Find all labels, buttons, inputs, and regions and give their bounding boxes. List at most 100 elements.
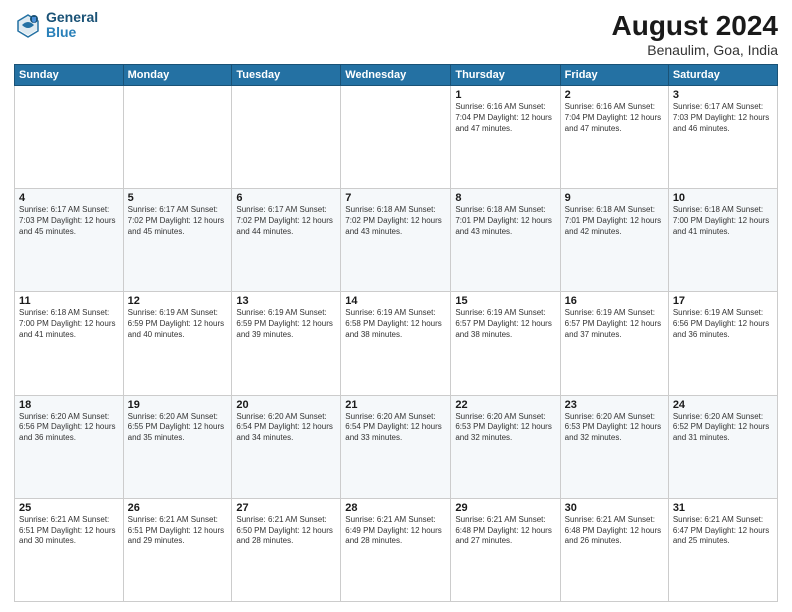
header: General Blue August 2024 Benaulim, Goa, …: [14, 10, 778, 58]
calendar-day-cell: 10Sunrise: 6:18 AM Sunset: 7:00 PM Dayli…: [668, 189, 777, 292]
page-subtitle: Benaulim, Goa, India: [612, 42, 779, 58]
calendar-day-cell: 8Sunrise: 6:18 AM Sunset: 7:01 PM Daylig…: [451, 189, 560, 292]
day-content: Sunrise: 6:20 AM Sunset: 6:55 PM Dayligh…: [128, 412, 228, 444]
logo-line2: Blue: [46, 25, 98, 40]
calendar-day-cell: 31Sunrise: 6:21 AM Sunset: 6:47 PM Dayli…: [668, 498, 777, 601]
calendar-day-cell: 27Sunrise: 6:21 AM Sunset: 6:50 PM Dayli…: [232, 498, 341, 601]
calendar-day-cell: 19Sunrise: 6:20 AM Sunset: 6:55 PM Dayli…: [123, 395, 232, 498]
calendar-day-cell: 3Sunrise: 6:17 AM Sunset: 7:03 PM Daylig…: [668, 86, 777, 189]
day-number: 29: [455, 502, 555, 514]
calendar-day-cell: 13Sunrise: 6:19 AM Sunset: 6:59 PM Dayli…: [232, 292, 341, 395]
calendar-day-cell: 6Sunrise: 6:17 AM Sunset: 7:02 PM Daylig…: [232, 189, 341, 292]
calendar-day-cell: 14Sunrise: 6:19 AM Sunset: 6:58 PM Dayli…: [341, 292, 451, 395]
day-number: 27: [236, 502, 336, 514]
day-content: Sunrise: 6:20 AM Sunset: 6:56 PM Dayligh…: [19, 412, 119, 444]
day-content: Sunrise: 6:16 AM Sunset: 7:04 PM Dayligh…: [565, 102, 664, 134]
day-content: Sunrise: 6:18 AM Sunset: 7:00 PM Dayligh…: [19, 308, 119, 340]
day-content: Sunrise: 6:20 AM Sunset: 6:54 PM Dayligh…: [236, 412, 336, 444]
day-number: 16: [565, 295, 664, 307]
weekday-header: Tuesday: [232, 65, 341, 86]
calendar-day-cell: 12Sunrise: 6:19 AM Sunset: 6:59 PM Dayli…: [123, 292, 232, 395]
day-number: 2: [565, 89, 664, 101]
day-number: 3: [673, 89, 773, 101]
day-number: 9: [565, 192, 664, 204]
calendar-day-cell: [341, 86, 451, 189]
day-content: Sunrise: 6:17 AM Sunset: 7:02 PM Dayligh…: [128, 205, 228, 237]
day-number: 22: [455, 399, 555, 411]
day-content: Sunrise: 6:19 AM Sunset: 6:59 PM Dayligh…: [236, 308, 336, 340]
day-number: 18: [19, 399, 119, 411]
calendar-week-row: 1Sunrise: 6:16 AM Sunset: 7:04 PM Daylig…: [15, 86, 778, 189]
day-content: Sunrise: 6:20 AM Sunset: 6:53 PM Dayligh…: [565, 412, 664, 444]
calendar-day-cell: 28Sunrise: 6:21 AM Sunset: 6:49 PM Dayli…: [341, 498, 451, 601]
calendar-day-cell: 1Sunrise: 6:16 AM Sunset: 7:04 PM Daylig…: [451, 86, 560, 189]
day-number: 23: [565, 399, 664, 411]
calendar-week-row: 25Sunrise: 6:21 AM Sunset: 6:51 PM Dayli…: [15, 498, 778, 601]
calendar-day-cell: 16Sunrise: 6:19 AM Sunset: 6:57 PM Dayli…: [560, 292, 668, 395]
day-content: Sunrise: 6:19 AM Sunset: 6:58 PM Dayligh…: [345, 308, 446, 340]
day-number: 19: [128, 399, 228, 411]
day-number: 17: [673, 295, 773, 307]
day-content: Sunrise: 6:21 AM Sunset: 6:51 PM Dayligh…: [128, 515, 228, 547]
day-number: 12: [128, 295, 228, 307]
calendar-week-row: 18Sunrise: 6:20 AM Sunset: 6:56 PM Dayli…: [15, 395, 778, 498]
calendar-day-cell: 17Sunrise: 6:19 AM Sunset: 6:56 PM Dayli…: [668, 292, 777, 395]
day-number: 21: [345, 399, 446, 411]
day-content: Sunrise: 6:21 AM Sunset: 6:48 PM Dayligh…: [455, 515, 555, 547]
day-number: 7: [345, 192, 446, 204]
weekday-header: Sunday: [15, 65, 124, 86]
calendar-day-cell: 18Sunrise: 6:20 AM Sunset: 6:56 PM Dayli…: [15, 395, 124, 498]
weekday-header: Monday: [123, 65, 232, 86]
day-number: 31: [673, 502, 773, 514]
day-number: 13: [236, 295, 336, 307]
calendar-day-cell: 15Sunrise: 6:19 AM Sunset: 6:57 PM Dayli…: [451, 292, 560, 395]
day-content: Sunrise: 6:19 AM Sunset: 6:57 PM Dayligh…: [565, 308, 664, 340]
calendar-week-row: 11Sunrise: 6:18 AM Sunset: 7:00 PM Dayli…: [15, 292, 778, 395]
day-content: Sunrise: 6:19 AM Sunset: 6:57 PM Dayligh…: [455, 308, 555, 340]
day-content: Sunrise: 6:21 AM Sunset: 6:49 PM Dayligh…: [345, 515, 446, 547]
day-number: 24: [673, 399, 773, 411]
day-number: 4: [19, 192, 119, 204]
calendar-day-cell: [123, 86, 232, 189]
day-content: Sunrise: 6:18 AM Sunset: 7:01 PM Dayligh…: [455, 205, 555, 237]
day-content: Sunrise: 6:18 AM Sunset: 7:00 PM Dayligh…: [673, 205, 773, 237]
logo-icon: [14, 11, 42, 39]
calendar-day-cell: 30Sunrise: 6:21 AM Sunset: 6:48 PM Dayli…: [560, 498, 668, 601]
day-number: 15: [455, 295, 555, 307]
calendar-day-cell: 20Sunrise: 6:20 AM Sunset: 6:54 PM Dayli…: [232, 395, 341, 498]
calendar-day-cell: 9Sunrise: 6:18 AM Sunset: 7:01 PM Daylig…: [560, 189, 668, 292]
day-content: Sunrise: 6:21 AM Sunset: 6:48 PM Dayligh…: [565, 515, 664, 547]
calendar-day-cell: 21Sunrise: 6:20 AM Sunset: 6:54 PM Dayli…: [341, 395, 451, 498]
day-number: 20: [236, 399, 336, 411]
calendar-day-cell: 26Sunrise: 6:21 AM Sunset: 6:51 PM Dayli…: [123, 498, 232, 601]
calendar-day-cell: [232, 86, 341, 189]
day-content: Sunrise: 6:18 AM Sunset: 7:01 PM Dayligh…: [565, 205, 664, 237]
logo: General Blue: [14, 10, 98, 41]
calendar-day-cell: 25Sunrise: 6:21 AM Sunset: 6:51 PM Dayli…: [15, 498, 124, 601]
calendar-day-cell: 23Sunrise: 6:20 AM Sunset: 6:53 PM Dayli…: [560, 395, 668, 498]
title-block: August 2024 Benaulim, Goa, India: [612, 10, 779, 58]
page: General Blue August 2024 Benaulim, Goa, …: [0, 0, 792, 612]
day-number: 10: [673, 192, 773, 204]
logo-text: General Blue: [46, 10, 98, 41]
day-content: Sunrise: 6:19 AM Sunset: 6:56 PM Dayligh…: [673, 308, 773, 340]
day-content: Sunrise: 6:17 AM Sunset: 7:02 PM Dayligh…: [236, 205, 336, 237]
day-content: Sunrise: 6:16 AM Sunset: 7:04 PM Dayligh…: [455, 102, 555, 134]
day-content: Sunrise: 6:19 AM Sunset: 6:59 PM Dayligh…: [128, 308, 228, 340]
weekday-header: Friday: [560, 65, 668, 86]
calendar-day-cell: 22Sunrise: 6:20 AM Sunset: 6:53 PM Dayli…: [451, 395, 560, 498]
day-number: 30: [565, 502, 664, 514]
day-number: 28: [345, 502, 446, 514]
day-content: Sunrise: 6:20 AM Sunset: 6:52 PM Dayligh…: [673, 412, 773, 444]
day-content: Sunrise: 6:18 AM Sunset: 7:02 PM Dayligh…: [345, 205, 446, 237]
day-number: 6: [236, 192, 336, 204]
calendar-day-cell: 7Sunrise: 6:18 AM Sunset: 7:02 PM Daylig…: [341, 189, 451, 292]
day-number: 5: [128, 192, 228, 204]
day-number: 8: [455, 192, 555, 204]
weekday-header: Thursday: [451, 65, 560, 86]
calendar-table: SundayMondayTuesdayWednesdayThursdayFrid…: [14, 64, 778, 602]
calendar-day-cell: 5Sunrise: 6:17 AM Sunset: 7:02 PM Daylig…: [123, 189, 232, 292]
page-title: August 2024: [612, 10, 779, 42]
calendar-day-cell: 29Sunrise: 6:21 AM Sunset: 6:48 PM Dayli…: [451, 498, 560, 601]
calendar-day-cell: 24Sunrise: 6:20 AM Sunset: 6:52 PM Dayli…: [668, 395, 777, 498]
